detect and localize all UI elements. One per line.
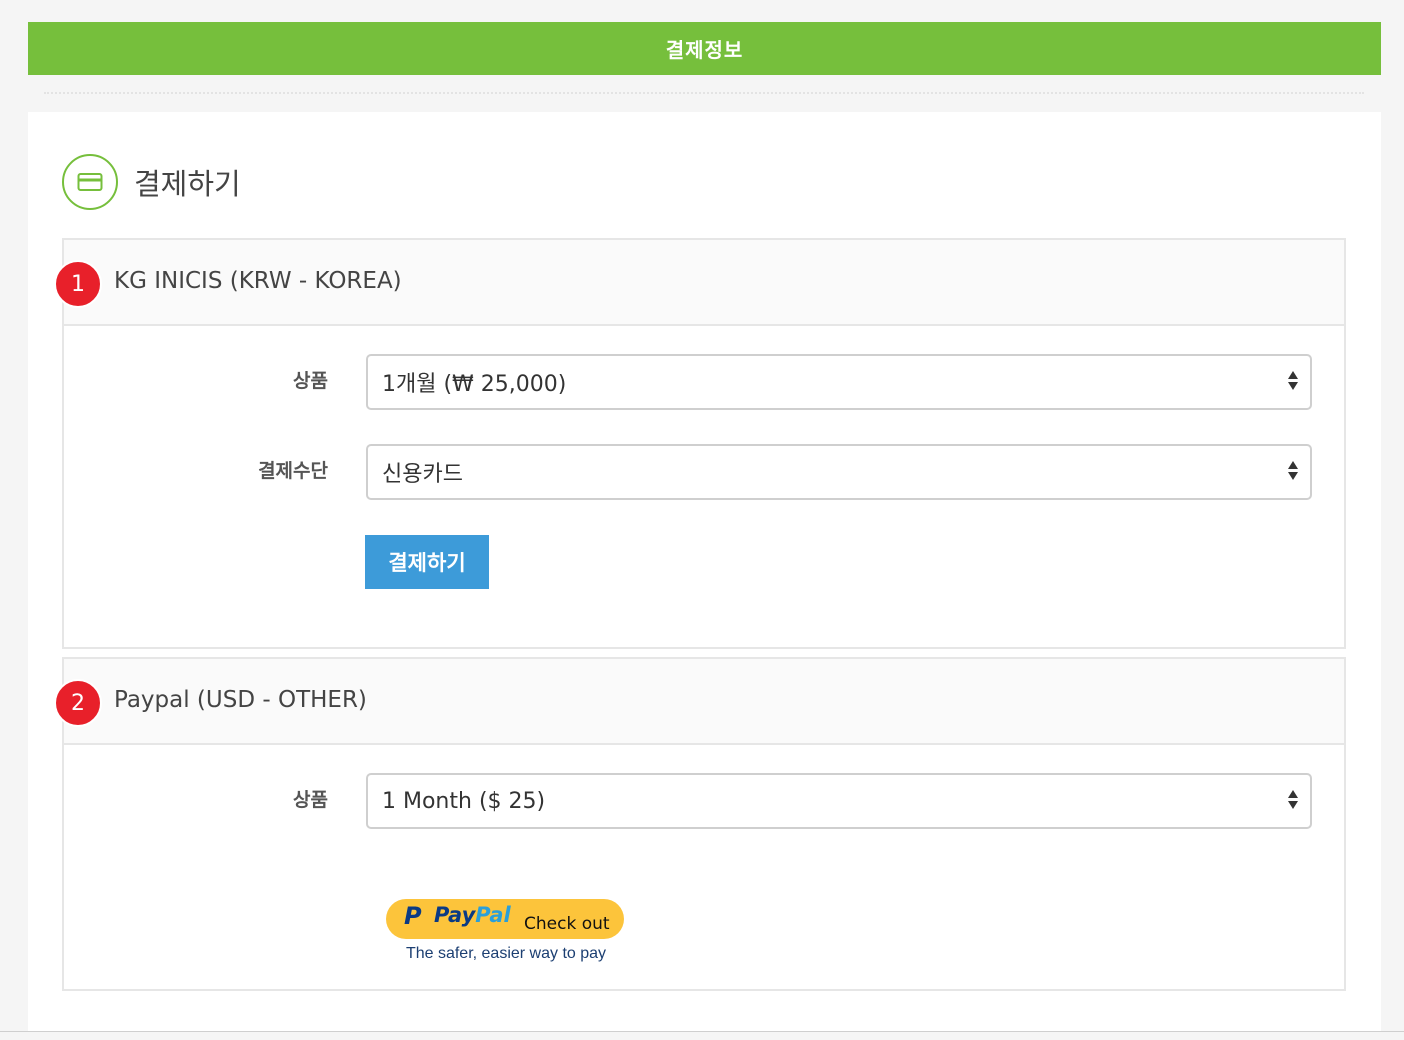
paypal-checkout-label: Check out <box>524 914 610 934</box>
panel-header: 1 KG INICIS (KRW - KOREA) <box>54 240 1344 326</box>
inicis-panel: 1 KG INICIS (KRW - KOREA) 상품 1개월 (₩ 25,0… <box>54 238 1346 649</box>
paypal-panel: 2 Paypal (USD - OTHER) 상품 1 Month ($ 25)… <box>54 657 1346 991</box>
payment-method-select[interactable]: 신용카드 <box>366 444 1312 500</box>
paypal-p-icon: P <box>404 902 422 930</box>
method-label: 결제수단 <box>258 460 328 482</box>
payment-method-value: 신용카드 <box>382 462 463 487</box>
page-header-bar: 결제정보 <box>28 22 1381 75</box>
panel-title: KG INICIS (KRW - KOREA) <box>114 268 402 294</box>
section-heading: 결제하기 <box>62 154 241 210</box>
section-title: 결제하기 <box>134 167 241 201</box>
product-select[interactable]: 1 Month ($ 25) <box>366 773 1312 829</box>
dotted-divider <box>44 92 1364 94</box>
pay-button[interactable]: 결제하기 <box>365 535 489 589</box>
product-select-value: 1개월 (₩ 25,000) <box>382 372 567 397</box>
step-badge: 2 <box>54 679 102 727</box>
paypal-checkout-button[interactable]: P PayPal Check out The safer, easier way… <box>386 899 626 963</box>
product-select-value: 1 Month ($ 25) <box>382 788 546 814</box>
select-arrows-icon <box>1288 371 1298 390</box>
payment-card: 결제하기 1 KG INICIS (KRW - KOREA) 상품 1개월 (₩… <box>28 112 1381 1032</box>
paypal-tagline: The safer, easier way to pay <box>405 945 607 962</box>
product-select[interactable]: 1개월 (₩ 25,000) <box>366 354 1312 410</box>
panel-title: Paypal (USD - OTHER) <box>114 687 367 713</box>
step-badge: 1 <box>54 260 102 308</box>
paypal-logo: PayPal <box>434 903 511 927</box>
select-arrows-icon <box>1288 790 1298 809</box>
product-label: 상품 <box>293 370 328 392</box>
bottom-divider <box>0 1031 1404 1032</box>
paypal-pill[interactable]: P PayPal Check out <box>386 899 624 939</box>
product-label: 상품 <box>293 789 328 811</box>
page-header-title: 결제정보 <box>665 38 744 62</box>
select-arrows-icon <box>1288 461 1298 480</box>
credit-card-icon <box>62 154 118 210</box>
panel-header: 2 Paypal (USD - OTHER) <box>54 659 1344 745</box>
